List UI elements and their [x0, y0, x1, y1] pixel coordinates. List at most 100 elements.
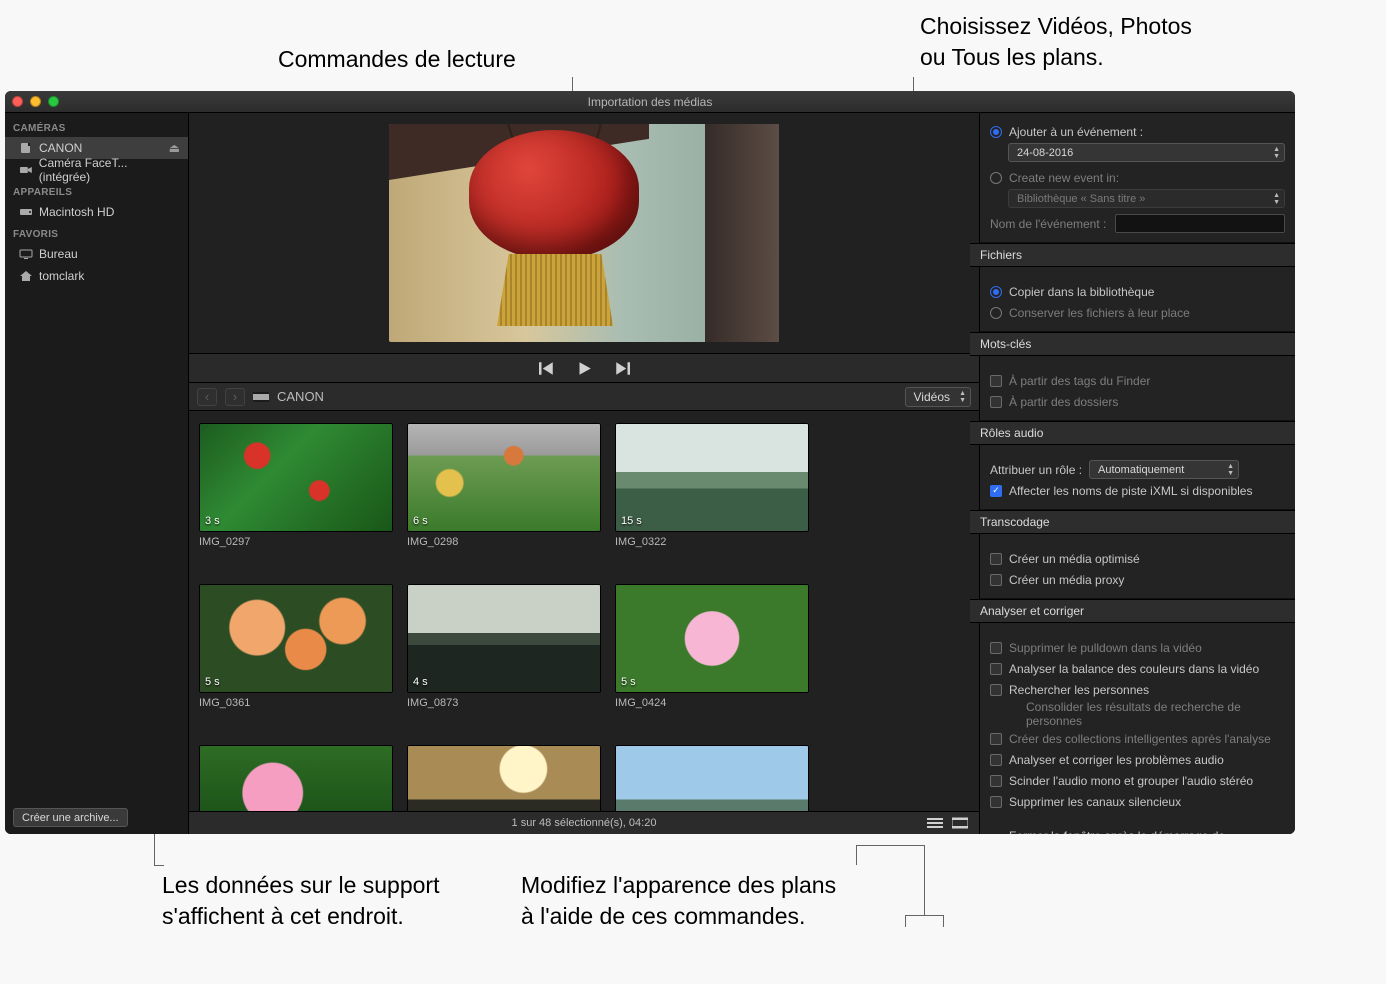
updown-arrows-icon: ▲▼	[959, 390, 966, 404]
keywords-folder-check[interactable]	[990, 396, 1002, 408]
find-people-check[interactable]	[990, 684, 1002, 696]
clip-item[interactable]: 3 sIMG_0297	[199, 423, 393, 548]
next-clip-button[interactable]	[613, 359, 631, 377]
event-name-field[interactable]	[1115, 214, 1285, 233]
preview-area	[189, 113, 979, 353]
add-to-event-radio[interactable]	[990, 126, 1002, 138]
keywords-section-header: Mots-clés	[970, 332, 1295, 356]
leave-in-place-radio[interactable]	[990, 307, 1002, 319]
clip-duration: 5 s	[205, 676, 220, 688]
event-select[interactable]: 24-08-2016 ▲▼	[1008, 143, 1285, 162]
clip-thumbnail[interactable]: 17 s	[407, 745, 601, 811]
updown-arrows-icon: ▲▼	[1273, 146, 1280, 160]
clip-name: IMG_0298	[407, 536, 601, 548]
selection-status: 1 sur 48 sélectionné(s), 04:20	[189, 817, 979, 829]
remove-pulldown-check[interactable]	[990, 642, 1002, 654]
color-balance-check[interactable]	[990, 663, 1002, 675]
eject-icon[interactable]: ⏏	[169, 141, 180, 155]
event-name-label: Nom de l'événement :	[990, 217, 1108, 231]
sd-card-icon	[19, 142, 33, 154]
clip-duration: 5 s	[621, 676, 636, 688]
clip-item[interactable]: 4 s IMG_0873	[407, 584, 601, 709]
sidebar-item-desktop[interactable]: Bureau	[5, 243, 188, 265]
ixml-check[interactable]	[990, 485, 1002, 497]
clip-thumbnail[interactable]: 15 s	[615, 423, 809, 532]
clip-item[interactable]: 5 s IMG_0361	[199, 584, 393, 709]
audio-problems-label: Analyser et corriger les problèmes audio	[1009, 753, 1224, 767]
files-section-header: Fichiers	[970, 243, 1295, 267]
breadcrumb[interactable]: CANON	[277, 389, 324, 404]
browser-toolbar: ‹ › CANON Vidéos ▲▼	[189, 383, 979, 411]
separate-mono-check[interactable]	[990, 775, 1002, 787]
sidebar-item-label: Bureau	[39, 247, 78, 261]
clip-thumbnail[interactable]: 2 s	[615, 745, 809, 811]
clip-name: IMG_0361	[199, 697, 393, 709]
sidebar-section-header: FAVORIS	[5, 223, 188, 243]
clip-item[interactable]: 6 s IMG_0298	[407, 423, 601, 548]
preview-canvas[interactable]	[389, 124, 779, 342]
clip-thumbnail[interactable]: 5 s	[615, 584, 809, 693]
filmstrip-icon	[253, 391, 269, 403]
updown-arrows-icon: ▲▼	[1227, 463, 1234, 477]
proxy-media-check[interactable]	[990, 574, 1002, 586]
leave-in-place-label: Conserver les fichiers à leur place	[1009, 306, 1190, 320]
transport-controls	[189, 353, 979, 383]
clip-name: IMG_0322	[615, 536, 809, 548]
hdd-icon	[19, 206, 33, 218]
center-pane: ‹ › CANON Vidéos ▲▼ 3 sIMG_02976 s IMG_02…	[189, 113, 979, 834]
annotation-media-area: Les données sur le support s'affichent à…	[162, 870, 439, 932]
clip-item[interactable]: 15 s IMG_0322	[615, 423, 809, 548]
clip-item[interactable]: 17 sIMG_0730	[407, 745, 601, 811]
sidebar-item-home[interactable]: tomclark	[5, 265, 188, 287]
sidebar-section-header: APPAREILS	[5, 181, 188, 201]
previous-clip-button[interactable]	[537, 359, 555, 377]
clip-filter-value: Vidéos	[914, 390, 950, 404]
clip-thumbnail[interactable]: 4 s	[407, 584, 601, 693]
optimized-media-check[interactable]	[990, 553, 1002, 565]
nav-forward-button[interactable]: ›	[225, 388, 245, 406]
remove-pulldown-label: Supprimer le pulldown dans la vidéo	[1009, 641, 1202, 655]
sidebar: CAMÉRAS CANON ⏏ Caméra FaceT... (intégré…	[5, 113, 189, 834]
smart-collections-check[interactable]	[990, 733, 1002, 745]
copy-to-library-label: Copier dans la bibliothèque	[1009, 285, 1154, 299]
transcode-section-header: Transcodage	[970, 510, 1295, 534]
audio-problems-check[interactable]	[990, 754, 1002, 766]
sidebar-section-header: CAMÉRAS	[5, 117, 188, 137]
create-archive-button[interactable]: Créer une archive...	[13, 808, 128, 827]
clip-filter-select[interactable]: Vidéos ▲▼	[905, 387, 971, 407]
keywords-finder-check[interactable]	[990, 375, 1002, 387]
color-balance-label: Analyser la balance des couleurs dans la…	[1009, 662, 1259, 676]
create-event-radio[interactable]	[990, 172, 1002, 184]
clip-thumbnail[interactable]: 5 s	[199, 584, 393, 693]
remove-silent-check[interactable]	[990, 796, 1002, 808]
close-after-label: Fermer la fenêtre après le démarrage de …	[1009, 829, 1285, 834]
nav-back-button[interactable]: ‹	[197, 388, 217, 406]
proxy-media-label: Créer un média proxy	[1009, 573, 1124, 587]
title-bar: Importation des médias	[5, 91, 1295, 113]
clip-grid[interactable]: 3 sIMG_02976 sIMG_029815 sIMG_03225 sIMG…	[189, 411, 979, 811]
clip-item[interactable]: 2 sIMG_0829	[615, 745, 809, 811]
assign-role-value: Automatiquement	[1098, 464, 1184, 476]
clip-thumbnail[interactable]: 22 s	[199, 745, 393, 811]
clip-thumbnail[interactable]: 6 s	[407, 423, 601, 532]
assign-role-label: Attribuer un rôle :	[990, 463, 1082, 477]
sidebar-item-label: tomclark	[39, 269, 84, 283]
clip-item[interactable]: 22 sIMG_0453	[199, 745, 393, 811]
copy-to-library-radio[interactable]	[990, 286, 1002, 298]
clip-name: IMG_0873	[407, 697, 601, 709]
clip-duration: 3 s	[205, 515, 220, 527]
annotation-filter-selector: Choisissez Vidéos, Photos ou Tous les pl…	[920, 11, 1192, 73]
sidebar-item-facetime[interactable]: Caméra FaceT... (intégrée)	[5, 159, 188, 181]
create-event-label: Create new event in:	[1009, 171, 1119, 185]
consolidate-label: Consolider les résultats de recherche de…	[1026, 700, 1285, 728]
clip-duration: 4 s	[413, 676, 428, 688]
clip-item[interactable]: 5 sIMG_0424	[615, 584, 809, 709]
play-button[interactable]	[575, 359, 593, 377]
clip-thumbnail[interactable]: 3 s	[199, 423, 393, 532]
optimized-media-label: Créer un média optimisé	[1009, 552, 1140, 566]
sidebar-item-macintosh-hd[interactable]: Macintosh HD	[5, 201, 188, 223]
window-title: Importation des médias	[5, 95, 1295, 109]
add-to-event-label: Ajouter à un événement :	[1009, 125, 1143, 139]
library-select-value: Bibliothèque « Sans titre »	[1017, 193, 1145, 205]
assign-role-select[interactable]: Automatiquement ▲▼	[1089, 460, 1239, 479]
